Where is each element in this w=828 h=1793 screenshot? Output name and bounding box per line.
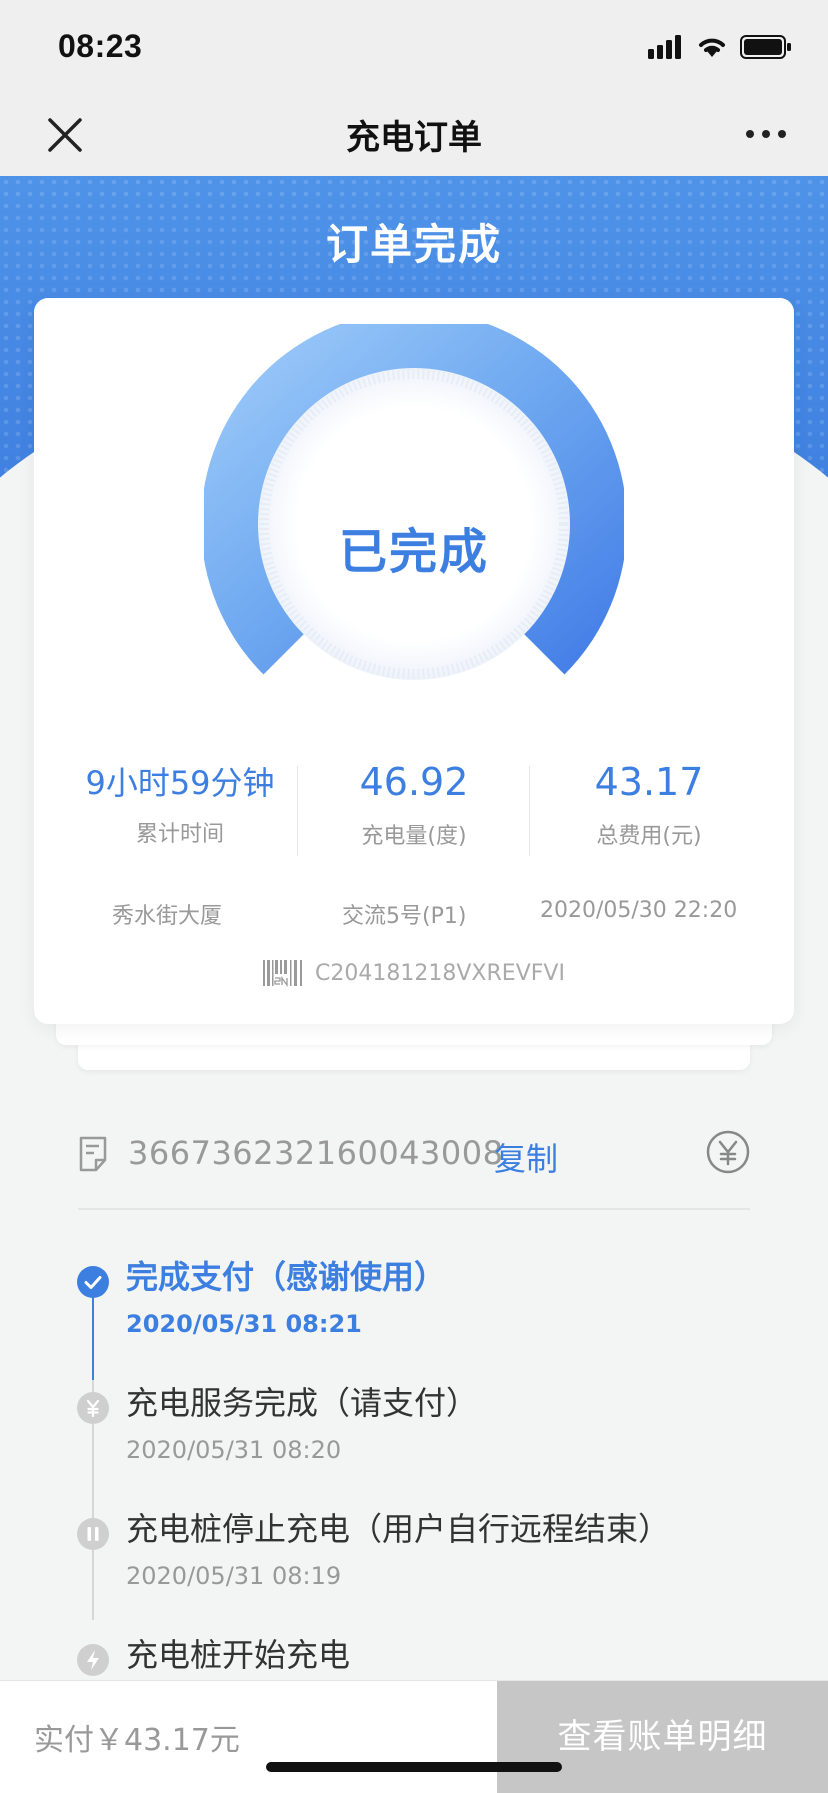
- copy-button[interactable]: 复制: [494, 1134, 558, 1180]
- stat-value: 9小时59分钟: [85, 764, 275, 802]
- check-icon: [77, 1266, 109, 1298]
- timeline-time: 2020/05/31 08:21: [126, 1310, 362, 1338]
- station-name: 秀水街大厦: [112, 904, 223, 929]
- order-number-row: 366736232160043008 复制: [78, 1130, 750, 1180]
- signal-icon: [648, 35, 681, 59]
- order-status-title: 订单完成: [325, 220, 502, 269]
- wifi-icon: [699, 38, 725, 57]
- document-icon: [79, 1136, 107, 1172]
- status-bar: 08:23: [0, 0, 828, 96]
- battery-icon: [740, 35, 791, 59]
- timeline-title: 充电桩停止充电（用户自行远程结束）: [126, 1510, 671, 1548]
- status-time: 08:23: [58, 28, 143, 64]
- bolt-icon: [77, 1644, 109, 1676]
- bottom-bar: 实付￥43.17元 查看账单明细: [0, 1680, 828, 1793]
- stat-value: 43.17: [594, 760, 704, 804]
- timeline-title: 充电服务完成（请支付）: [126, 1384, 479, 1422]
- stat-label: 充电量(度): [361, 823, 467, 849]
- nav-bar: 充电订单: [0, 96, 828, 176]
- yuan-circle-icon[interactable]: [706, 1130, 750, 1174]
- home-indicator[interactable]: [266, 1762, 562, 1772]
- status-icons: [648, 34, 792, 60]
- stat-label: 累计时间: [135, 822, 224, 848]
- stat-duration: 9小时59分钟 累计时间: [70, 760, 290, 848]
- more-icon[interactable]: [744, 122, 788, 146]
- barcode-icon: [263, 960, 303, 988]
- yuan-icon: [77, 1392, 109, 1424]
- pile-name: 交流5号(P1): [342, 904, 467, 929]
- stat-energy: 46.92 充电量(度): [304, 760, 524, 850]
- stats-row: 9小时59分钟 累计时间 46.92 充电量(度) 43.17 总费用(元): [34, 760, 794, 860]
- timeline-title: 完成支付（感谢使用）: [126, 1258, 447, 1296]
- divider: [297, 766, 298, 856]
- divider: [529, 766, 530, 856]
- serial-number: C204181218VXREVFVI: [34, 958, 794, 994]
- timeline-time: 2020/05/31 08:20: [126, 1436, 342, 1464]
- summary-card: 已完成 9小时59分钟 累计时间 46.92 充电量(度) 43.17 总费用(…: [34, 298, 794, 1024]
- stat-value: 46.92: [359, 760, 469, 804]
- view-bill-button[interactable]: 查看账单明细: [497, 1681, 828, 1793]
- stat-label: 总费用(元): [596, 823, 702, 849]
- timeline-title: 充电桩开始充电: [126, 1636, 351, 1674]
- start-datetime: 2020/05/30 22:20: [540, 898, 738, 923]
- timeline-time: 2020/05/31 08:19: [126, 1562, 342, 1590]
- stat-cost: 43.17 总费用(元): [539, 760, 759, 850]
- order-timeline: 完成支付（感谢使用） 2020/05/31 08:21 充电服务完成（请支付） …: [0, 1240, 828, 1700]
- completion-status: 已完成: [338, 524, 489, 580]
- pause-icon: [77, 1518, 109, 1550]
- serial-text: C204181218VXREVFVI: [315, 960, 565, 986]
- paid-amount: 实付￥43.17元: [34, 1723, 240, 1758]
- order-number: 366736232160043008: [128, 1134, 504, 1172]
- divider: [78, 1208, 750, 1210]
- page-title: 充电订单: [346, 118, 482, 158]
